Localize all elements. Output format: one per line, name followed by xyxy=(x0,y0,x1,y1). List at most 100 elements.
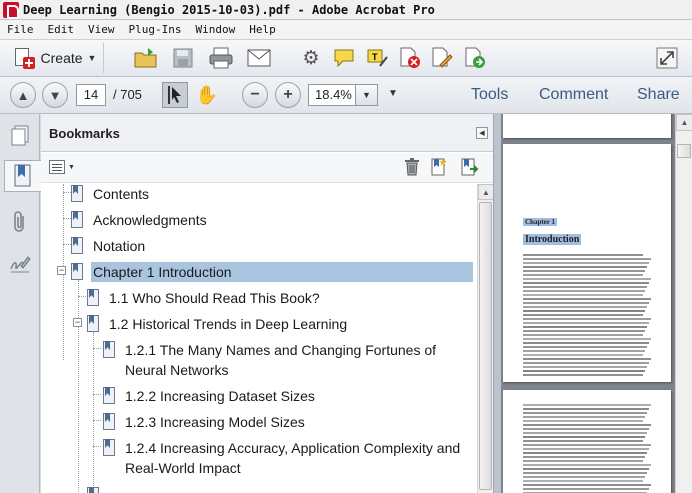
panel-title: Bookmarks xyxy=(49,126,120,141)
open-button[interactable] xyxy=(131,43,161,73)
bookmark-section-1-2-3[interactable]: 1.2.3 Increasing Model Sizes xyxy=(103,412,307,432)
menu-edit[interactable]: Edit xyxy=(41,23,82,36)
tools-pane-button[interactable]: Tools xyxy=(471,86,508,104)
redact-button[interactable] xyxy=(395,43,425,73)
share-pane-button[interactable]: Share xyxy=(637,86,680,104)
zoom-input[interactable]: 18.4% xyxy=(308,84,356,106)
tree-line xyxy=(93,446,101,447)
bookmarks-button[interactable] xyxy=(4,160,41,192)
new-bookmark-button[interactable] xyxy=(429,155,451,179)
bookmark-notation[interactable]: Notation xyxy=(71,236,147,256)
redact-icon xyxy=(400,47,420,68)
share-file-button[interactable] xyxy=(460,43,490,73)
menu-view[interactable]: View xyxy=(81,23,122,36)
bookmark-section-1-2[interactable]: 1.2 Historical Trends in Deep Learning xyxy=(87,314,349,334)
menu-help[interactable]: Help xyxy=(242,23,283,36)
bookmarks-scrollbar[interactable]: ▲ xyxy=(477,184,494,493)
text-line xyxy=(523,310,645,312)
menu-file[interactable]: File xyxy=(0,23,41,36)
fullscreen-icon xyxy=(656,47,678,69)
attachments-button[interactable] xyxy=(5,206,35,238)
scroll-thumb[interactable] xyxy=(677,144,691,158)
bookmarks-toolbar: ▼ xyxy=(41,153,493,183)
create-pdf-icon xyxy=(13,47,35,69)
bookmark-icon xyxy=(14,164,31,187)
bookmark-chapter-1[interactable]: Chapter 1 Introduction xyxy=(71,262,473,282)
text-line xyxy=(523,404,651,406)
zoom-out-button[interactable]: − xyxy=(242,82,268,108)
bookmark-icon xyxy=(87,289,99,306)
text-line xyxy=(523,408,649,410)
bookmark-section-1-2-4[interactable]: 1.2.4 Increasing Accuracy, Application C… xyxy=(103,438,473,478)
collapse-toggle[interactable]: − xyxy=(57,266,66,275)
next-page-button[interactable]: ▼ xyxy=(42,82,68,108)
delete-bookmark-button[interactable] xyxy=(401,155,423,179)
text-line xyxy=(523,350,645,352)
text-line xyxy=(523,358,651,360)
save-button[interactable] xyxy=(168,43,198,73)
text-line xyxy=(523,330,645,332)
text-line xyxy=(523,456,645,458)
zoom-dropdown-button[interactable]: ▼ xyxy=(356,84,378,106)
text-line xyxy=(523,302,649,304)
bookmark-acknowledgments[interactable]: Acknowledgments xyxy=(71,210,209,230)
text-line xyxy=(523,472,647,474)
bookmark-label: Notation xyxy=(93,238,146,254)
bookmarks-header: Bookmarks ◀ xyxy=(41,114,493,152)
bookmark-partial[interactable] xyxy=(87,486,107,493)
page-number-input[interactable]: 14 xyxy=(76,84,106,106)
bookmark-label: Contents xyxy=(93,186,150,202)
collapse-toggle[interactable]: − xyxy=(73,318,82,327)
settings-button[interactable]: ⚙ xyxy=(296,43,326,73)
hand-tool-button[interactable]: ✋ xyxy=(194,82,220,108)
bookmark-icon xyxy=(71,263,83,280)
tree-line xyxy=(63,218,71,219)
menu-window[interactable]: Window xyxy=(188,23,242,36)
text-line xyxy=(523,286,647,288)
bookmark-section-1-1[interactable]: 1.1 Who Should Read This Book? xyxy=(87,288,322,308)
expand-bookmark-button[interactable] xyxy=(459,155,481,179)
comment-button[interactable] xyxy=(329,43,359,73)
text-line xyxy=(523,412,647,414)
zoom-in-button[interactable]: + xyxy=(275,82,301,108)
previous-page-button[interactable]: ▲ xyxy=(10,82,36,108)
text-line xyxy=(523,480,643,482)
bookmark-section-1-2-1[interactable]: 1.2.1 The Many Names and Changing Fortun… xyxy=(103,340,463,380)
select-tool-button[interactable] xyxy=(162,82,188,108)
cursor-icon xyxy=(168,86,181,104)
document-view[interactable]: Chapter 1 Introduction xyxy=(501,114,675,493)
comment-pane-button[interactable]: Comment xyxy=(539,86,608,104)
email-button[interactable] xyxy=(244,43,274,73)
scroll-up-button[interactable]: ▲ xyxy=(676,114,692,131)
bookmark-contents[interactable]: Contents xyxy=(71,184,151,204)
bookmark-section-1-2-2[interactable]: 1.2.2 Increasing Dataset Sizes xyxy=(103,386,317,406)
print-button[interactable] xyxy=(206,43,236,73)
highlight-button[interactable]: T xyxy=(362,43,392,73)
panel-splitter[interactable] xyxy=(493,114,501,493)
collapse-panel-button[interactable]: ◀ xyxy=(476,127,488,139)
text-line xyxy=(523,258,651,260)
text-line xyxy=(523,484,651,486)
main-toolbar: Create ▼ ⚙ T xyxy=(0,40,692,77)
fullscreen-button[interactable] xyxy=(652,43,682,73)
tree-line xyxy=(78,296,86,297)
menu-plug-ins[interactable]: Plug-Ins xyxy=(122,23,189,36)
document-scrollbar[interactable]: ▲ xyxy=(675,114,692,493)
bookmark-label: 1.2.1 The Many Names and Changing Fortun… xyxy=(125,342,437,378)
signatures-button[interactable] xyxy=(5,248,35,280)
scroll-thumb[interactable] xyxy=(479,202,492,490)
sign-button[interactable] xyxy=(427,43,457,73)
create-button[interactable]: Create ▼ xyxy=(6,43,104,73)
scroll-up-button[interactable]: ▲ xyxy=(478,184,494,200)
bookmarks-panel: Bookmarks ◀ ▼ Contents Acknowledgments N… xyxy=(41,114,494,493)
options-menu-button[interactable]: ▼ xyxy=(49,160,75,174)
text-line xyxy=(523,262,649,264)
paperclip-icon xyxy=(14,211,24,232)
bookmark-label: 1.1 Who Should Read This Book? xyxy=(109,290,320,306)
bookmark-label: 1.2.4 Increasing Accuracy, Application C… xyxy=(125,440,461,476)
text-line xyxy=(523,452,647,454)
arrow-up-icon: ▲ xyxy=(16,87,30,103)
more-tools-button[interactable]: ▼ xyxy=(388,88,398,99)
page-thumbnails-button[interactable] xyxy=(5,120,35,152)
signature-icon xyxy=(10,256,31,273)
